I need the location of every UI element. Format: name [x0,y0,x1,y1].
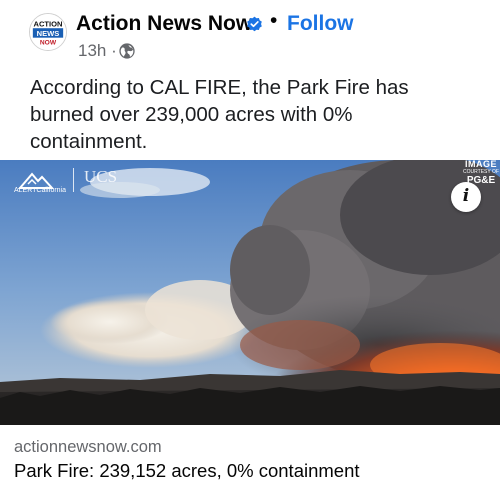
wildfire-smoke-photo [0,160,500,425]
post-header: ACTION NEWS NOW Action News Now • Follow… [0,0,500,68]
ucsd-watermark: UCS [84,167,118,186]
follow-button[interactable]: Follow [287,12,354,36]
watermark-divider [73,168,74,192]
separator-dot: • [270,9,278,32]
page-name[interactable]: Action News Now [76,12,252,36]
post-image[interactable] [0,160,500,425]
link-preview-card[interactable]: actionnewsnow.com Park Fire: 239,152 acr… [0,425,500,493]
svg-text:ACTION: ACTION [34,19,63,28]
svg-text:NOW: NOW [40,39,57,46]
post-text: According to CAL FIRE, the Park Fire has… [30,76,409,153]
link-domain: actionnewsnow.com [14,438,162,456]
post-timestamp[interactable]: 13h · [78,41,117,61]
svg-text:NEWS: NEWS [37,29,60,38]
info-button[interactable]: i [451,182,481,212]
globe-icon [119,43,135,59]
verified-badge-icon [247,16,262,32]
page-avatar[interactable]: ACTION NEWS NOW [29,13,67,51]
alertcalifornia-watermark: ALERTCalifornia [14,187,67,194]
info-icon: i [462,186,470,206]
link-title[interactable]: Park Fire: 239,152 acres, 0% containment [14,460,360,482]
courtesy-line1: IMAGE [464,159,497,169]
action-news-now-logo: ACTION NEWS NOW [30,14,66,50]
